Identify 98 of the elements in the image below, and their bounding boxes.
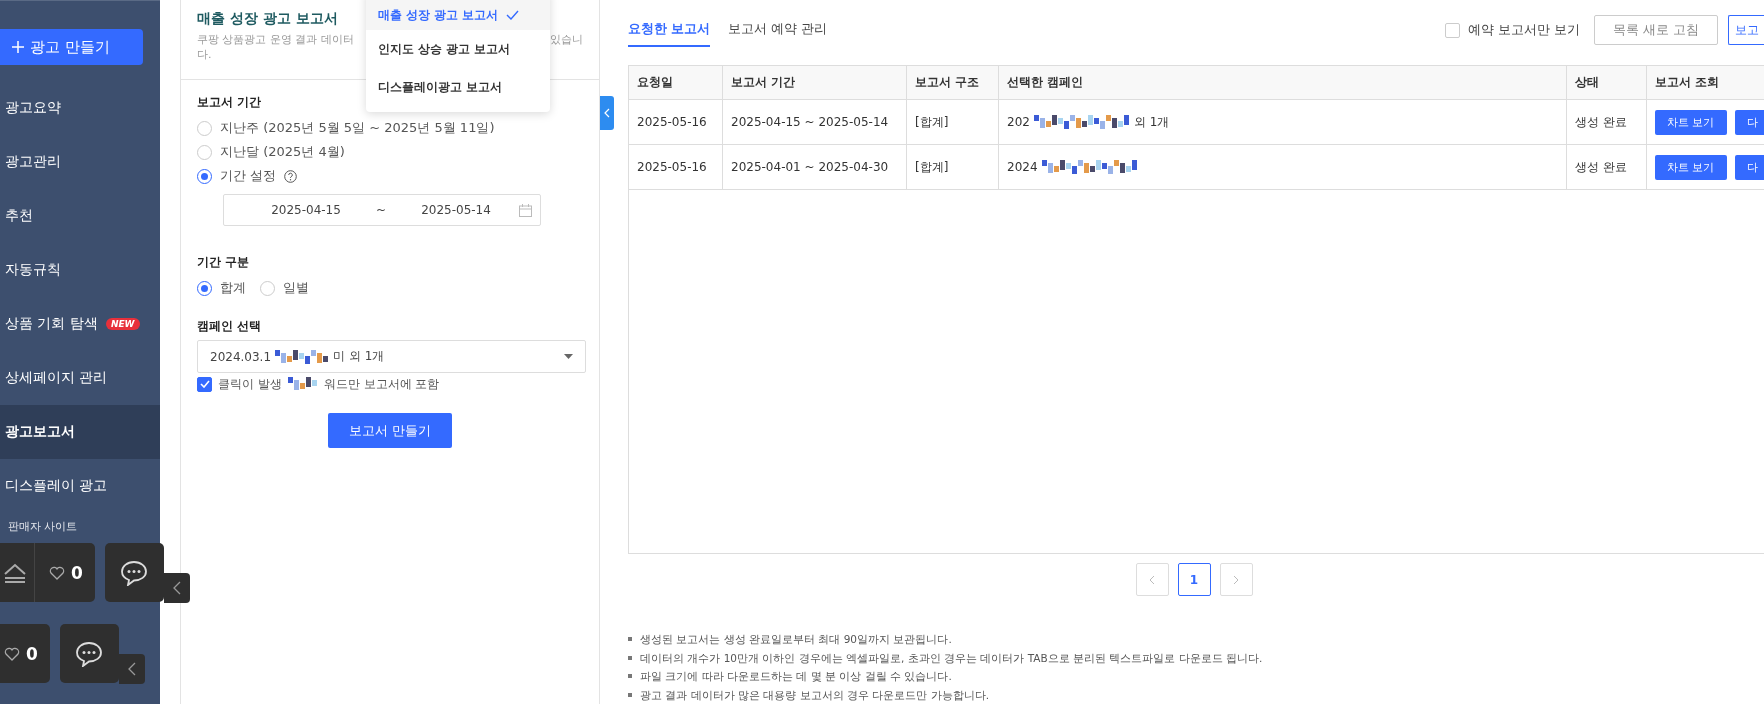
sidebar-item-label: 추천 (5, 207, 33, 225)
radio-label: 지난주 (2025년 5월 5일 ~ 2025년 5월 11일) (220, 119, 495, 137)
chevron-right-icon (1233, 574, 1239, 585)
sidebar-item[interactable]: 상세페이지 관리 (0, 351, 160, 405)
campaign-select[interactable]: 2024.03.1 미 외 1개 (197, 340, 586, 373)
chat-button[interactable] (59, 624, 119, 683)
column-header: 보고서 기간 (723, 66, 907, 99)
tab[interactable]: 요청한 보고서 (628, 13, 711, 47)
tab[interactable]: 보고서 예약 관리 (728, 13, 828, 47)
checkbox-label: 워드만 보고서에 포함 (323, 375, 440, 393)
caret-down-icon (564, 354, 573, 359)
table-cell: 2025-05-16 (629, 100, 723, 144)
report-description: 있습니 (550, 32, 583, 47)
sidebar-item[interactable]: 광고관리 (0, 135, 160, 189)
table-cell: 2025-04-15 ~ 2025-05-14 (723, 100, 907, 144)
check-icon (506, 10, 519, 20)
note-text: 파일 크기에 따라 다운로드하는 데 몇 분 이상 걸릴 수 있습니다. (640, 669, 952, 684)
menu-item[interactable]: 디스플레이광고 보고서 (366, 68, 550, 106)
field-label: 보고서 기간 (197, 94, 263, 111)
checkbox[interactable] (1445, 22, 1461, 38)
checkbox-label: 예약 보고서만 보기 (1468, 21, 1581, 39)
create-ad-button[interactable]: 광고 만들기 (0, 29, 143, 65)
sidebar-item-label: 광고요약 (5, 99, 61, 117)
sidebar-item[interactable]: 추천 (0, 189, 160, 243)
sidebar-item[interactable]: 디스플레이 광고 (0, 459, 160, 513)
refresh-list-button[interactable]: 목록 새로 고침 (1594, 15, 1718, 45)
bullet-icon (628, 692, 632, 697)
view-chart-button[interactable]: 차트 보기 (1655, 154, 1727, 180)
download-button[interactable]: 다 (1734, 154, 1764, 180)
calendar-icon (519, 203, 532, 217)
sidebar-item[interactable]: 광고요약 (0, 81, 160, 135)
table-cell: 2025-05-16 (629, 145, 723, 189)
bullet-icon (628, 655, 632, 660)
report-description: 다. (197, 47, 212, 62)
heart-icon[interactable] (4, 646, 20, 661)
heart-icon[interactable] (49, 565, 65, 580)
radio-label: 합계 (220, 279, 246, 297)
column-header: 보고서 구조 (907, 66, 999, 99)
column-header: 선택한 캠페인 (999, 66, 1567, 99)
sidebar-item-label: 상세페이지 관리 (5, 369, 108, 387)
table-cell: [합계] (907, 100, 999, 144)
bullet-icon (628, 674, 632, 679)
campaign-name: 2024 (1007, 160, 1038, 174)
table-cell: 생성 완료 (1567, 100, 1647, 144)
checkbox-label: 클릭이 발생 (218, 375, 282, 393)
note-text: 광고 결과 데이터가 많은 대용량 보고서의 경우 다운로드만 가능합니다. (640, 687, 990, 703)
field-label: 캠페인 선택 (197, 318, 263, 335)
chat-bubble-icon (75, 640, 104, 667)
download-button[interactable]: 다 (1734, 109, 1764, 135)
table-cell: 생성 완료 (1567, 145, 1647, 189)
chevron-left-icon (604, 108, 610, 118)
collapse-panel-button[interactable] (600, 96, 614, 130)
sidebar-item-label: 상품 기회 탐색 (5, 315, 98, 333)
menu-item[interactable]: 매출 성장 광고 보고서 (366, 0, 550, 30)
menu-item[interactable]: 인지도 상승 광고 보고서 (366, 30, 550, 68)
collapse-button[interactable] (163, 573, 190, 603)
column-header: 상태 (1567, 66, 1647, 99)
help-icon[interactable] (284, 169, 298, 183)
section-title: 판매자 사이트 (7, 519, 79, 534)
page-button[interactable]: 1 (1177, 563, 1211, 596)
chevron-left-icon (1149, 574, 1155, 585)
column-header: 요청일 (629, 66, 723, 99)
report-button[interactable]: 보고 (1728, 15, 1764, 45)
note-text: 데이터의 개수가 10만개 이하인 경우에는 엑셀파일로, 초과인 경우는 데이터가 TAB으로 분리된 텍스트파일로 다운로드 됩니다. (640, 650, 1263, 666)
radio-label: 일별 (283, 279, 309, 297)
like-count: 0 (71, 562, 83, 583)
date-range-field[interactable]: 2025-04-15 ~ 2025-05-14 (223, 194, 541, 226)
sidebar-item[interactable]: 상품 기회 탐색 NEW (0, 297, 160, 351)
radio-label: 기간 설정 (220, 167, 277, 185)
new-badge: NEW (105, 318, 140, 330)
chevron-left-icon (172, 581, 181, 595)
report-title: 매출 성장 광고 보고서 (197, 10, 338, 28)
chat-button[interactable] (104, 543, 164, 602)
pixelated-redaction-drawing (275, 349, 330, 364)
sidebar-item-label: 자동규칙 (5, 261, 61, 279)
sidebar-item[interactable]: 광고보고서 (0, 405, 160, 459)
sidebar-item-label: 광고관리 (5, 153, 61, 171)
report-description: 쿠팡 상품광고 운영 결과 데이터 (197, 32, 354, 47)
create-report-button[interactable]: 보고서 만들기 (328, 413, 452, 448)
like-count: 0 (26, 643, 38, 664)
campaign-name: 외 1개 (1133, 113, 1170, 131)
plus-icon (12, 41, 24, 53)
sidebar-item-label: 디스플레이 광고 (5, 477, 108, 495)
chat-bubble-icon (120, 559, 149, 586)
table-cell: [합계] (907, 145, 999, 189)
sidebar-item-label: 광고보고서 (5, 423, 75, 441)
bullet-icon (628, 637, 632, 642)
column-header: 보고서 조회 (1647, 66, 1764, 99)
chevron-left-icon (127, 662, 136, 676)
note-text: 생성된 보고서는 생성 완료일로부터 최대 90일까지 보관됩니다. (640, 632, 952, 647)
table-cell: 2025-04-01 ~ 2025-04-30 (723, 145, 907, 189)
campaign-name: 202 (1007, 115, 1030, 129)
radio-label: 지난달 (2025년 4월) (220, 143, 345, 161)
checkbox[interactable] (197, 376, 212, 392)
pixelated-redaction-drawing (287, 377, 318, 391)
field-label: 기간 구분 (197, 254, 251, 271)
view-chart-button[interactable]: 차트 보기 (1655, 109, 1727, 135)
sidebar-item[interactable]: 자동규칙 (0, 243, 160, 297)
